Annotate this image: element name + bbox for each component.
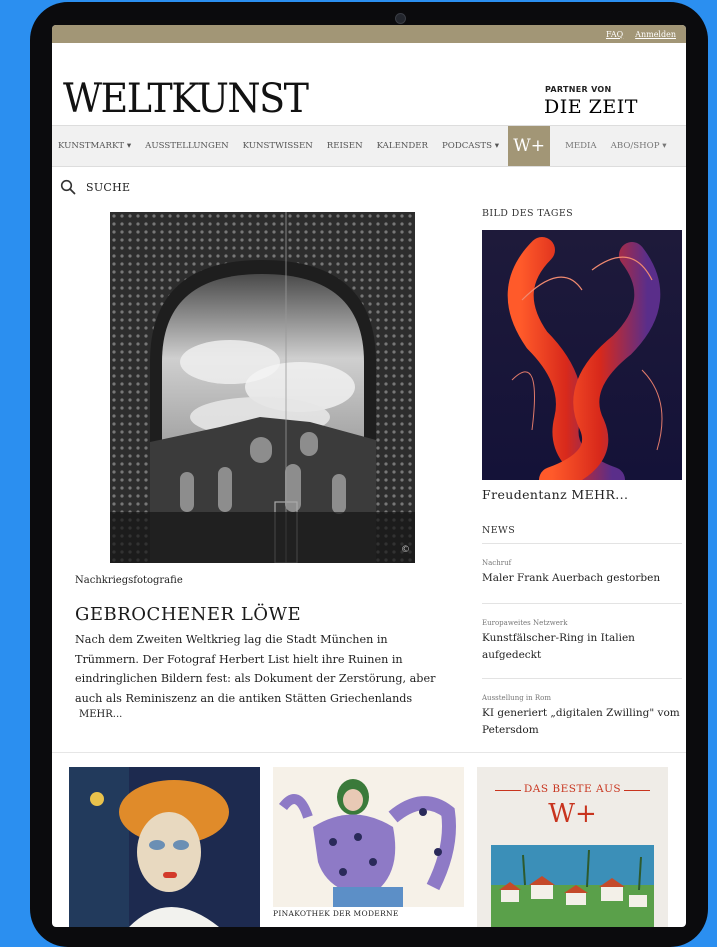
nav-item-wplus[interactable]: W+	[508, 126, 551, 166]
nav-item-kalender[interactable]: KALENDER	[370, 141, 435, 151]
news-list: Nachruf Maler Frank Auerbach gestorben E…	[482, 543, 682, 753]
partner-label: PARTNER VON	[545, 85, 612, 94]
news-headline[interactable]: Kunstfälscher-Ring in Italien aufgedeckt	[482, 630, 682, 664]
news-kicker: Ausstellung in Rom	[482, 694, 551, 702]
news-headline[interactable]: Maler Frank Auerbach gestorben	[482, 570, 682, 587]
hero-image[interactable]: ©	[110, 212, 415, 563]
bild-des-tages-title: BILD DES TAGES	[482, 208, 574, 219]
browser-screen: FAQ Anmelden WELTKUNST PARTNER VON DIE Z…	[52, 25, 686, 927]
search-bar[interactable]: SUCHE	[52, 167, 686, 207]
faq-link[interactable]: FAQ	[606, 30, 623, 39]
camera-dot	[395, 13, 406, 24]
das-beste-title: DAS BESTE AUS	[523, 783, 622, 795]
teaser-card-das-beste[interactable]: DAS BESTE AUS W+	[477, 767, 668, 927]
nav-item-reisen[interactable]: REISEN	[320, 141, 370, 151]
bild-des-tages-caption[interactable]: Freudentanz MEHR...	[482, 487, 628, 502]
news-kicker: Europaweites Netzwerk	[482, 619, 568, 627]
section-divider	[52, 752, 686, 753]
news-headline[interactable]: KI generiert „digitalen Zwilling" vom Pe…	[482, 705, 682, 739]
teaser-card-pinakothek[interactable]: PINAKOTHEK DER MODERNE	[273, 767, 464, 927]
image-credit: ©	[401, 545, 410, 555]
news-title: NEWS	[482, 525, 516, 536]
pinakothek-label: PINAKOTHEK DER MODERNE	[273, 909, 399, 918]
wplus-logo: W+	[548, 799, 597, 829]
nav-item-podcasts[interactable]: PODCASTS ▾	[435, 141, 506, 151]
sidebar: BILD DES TAGES	[482, 208, 682, 219]
news-item[interactable]: Ausstellung in Rom KI generiert „digital…	[482, 678, 682, 753]
hero-kicker: Nachkriegsfotografie	[75, 575, 183, 586]
top-utility-bar: FAQ Anmelden	[52, 25, 686, 43]
news-item[interactable]: Europaweites Netzwerk Kunstfälscher-Ring…	[482, 603, 682, 678]
nav-item-abo-shop[interactable]: ABO/SHOP ▾	[604, 141, 674, 151]
login-link[interactable]: Anmelden	[635, 30, 676, 39]
search-icon[interactable]	[60, 179, 76, 195]
village-painting	[491, 845, 654, 927]
nav-item-media[interactable]: MEDIA	[558, 141, 604, 151]
hero-headline[interactable]: GEBROCHENER LÖWE	[75, 604, 301, 625]
nav-item-kunstmarkt[interactable]: KUNSTMARKT ▾	[52, 141, 138, 151]
masthead: WELTKUNST PARTNER VON DIE ZEIT	[52, 43, 686, 125]
news-item[interactable]: Nachruf Maler Frank Auerbach gestorben	[482, 543, 682, 603]
search-label[interactable]: SUCHE	[86, 181, 130, 194]
teaser-card-pinakothek-image	[273, 767, 464, 907]
nav-item-kunstwissen[interactable]: KUNSTWISSEN	[236, 141, 320, 151]
nav-item-ausstellungen[interactable]: AUSSTELLUNGEN	[138, 141, 235, 151]
teaser-card-portrait[interactable]	[69, 767, 260, 927]
hero-teaser: Nach dem Zweiten Weltkrieg lag die Stadt…	[75, 633, 436, 705]
bild-des-tages-image[interactable]	[482, 230, 682, 480]
hero-more-link[interactable]: MEHR...	[79, 709, 122, 720]
die-zeit-logo[interactable]: DIE ZEIT	[544, 96, 638, 118]
main-nav: KUNSTMARKT ▾ AUSSTELLUNGEN KUNSTWISSEN R…	[52, 125, 686, 167]
weltkunst-logo[interactable]: WELTKUNST	[63, 75, 309, 121]
news-kicker: Nachruf	[482, 559, 512, 567]
